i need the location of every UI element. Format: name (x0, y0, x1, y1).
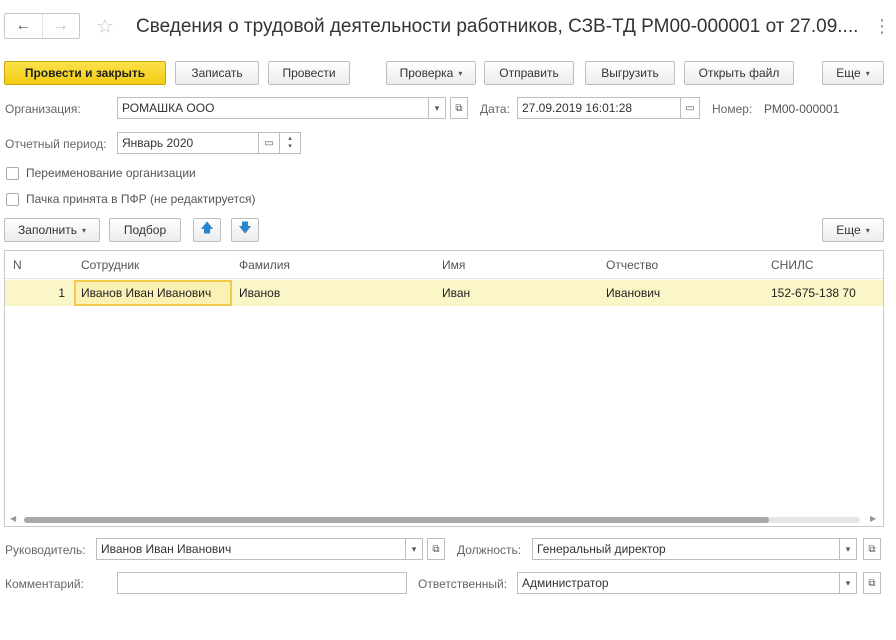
more-button[interactable]: Еще ▾ (822, 61, 884, 85)
employees-table: N Сотрудник Фамилия Имя Отчество СНИЛС 1… (4, 250, 884, 527)
head-dropdown-icon[interactable]: ▾ (405, 538, 423, 560)
comment-label: Комментарий: (5, 577, 84, 591)
send-label: Отправить (499, 66, 559, 80)
scrollbar-thumb[interactable] (24, 517, 769, 523)
post-label: Провести (282, 66, 336, 80)
spin-down-icon[interactable]: ▾ (288, 143, 292, 151)
more-menu-icon[interactable]: ⋮ (870, 14, 894, 38)
arrow-up-icon: 🡅 (200, 220, 214, 235)
column-first-name[interactable]: Имя (442, 251, 465, 279)
organization-label: Организация: (5, 102, 81, 116)
save-button[interactable]: Записать (175, 61, 259, 85)
export-button[interactable]: Выгрузить (585, 61, 675, 85)
table-row[interactable]: 1 Иванов Иван Иванович Иванов Иван Ивано… (5, 280, 883, 306)
position-dropdown-icon[interactable]: ▾ (839, 538, 857, 560)
cell-first-name: Иван (442, 286, 471, 300)
date-label: Дата: (480, 102, 510, 116)
number-value: РМ00-000001 (764, 102, 840, 116)
organization-field[interactable]: РОМАШКА ООО (117, 97, 429, 119)
pick-label: Подбор (123, 223, 167, 237)
spin-up-icon[interactable]: ▴ (288, 135, 292, 143)
scroll-left-icon[interactable]: ◀ (10, 514, 16, 523)
cell-n: 1 (58, 286, 65, 300)
fill-dropdown-button[interactable]: Заполнить ▾ (4, 218, 100, 242)
period-field[interactable]: Январь 2020 (117, 132, 259, 154)
organization-open-icon[interactable]: ⧉ (450, 97, 468, 119)
caret-down-icon: ▾ (458, 68, 463, 78)
head-open-icon[interactable]: ⧉ (427, 538, 445, 560)
responsible-open-icon[interactable]: ⧉ (863, 572, 881, 594)
caret-down-icon: ▾ (81, 225, 86, 235)
move-up-button[interactable]: 🡅 (193, 218, 221, 242)
rename-org-label: Переименование организации (26, 166, 196, 180)
send-button[interactable]: Отправить (484, 61, 574, 85)
cell-snils: 152-675-138 70 (771, 286, 856, 300)
favorite-star-icon[interactable]: ☆ (96, 14, 114, 39)
cell-last-name: Иванов (239, 286, 281, 300)
position-label: Должность: (457, 543, 522, 557)
open-file-label: Открыть файл (698, 66, 780, 80)
forward-arrow-icon[interactable]: → (41, 14, 80, 38)
position-open-icon[interactable]: ⧉ (863, 538, 881, 560)
position-field[interactable]: Генеральный директор (532, 538, 840, 560)
open-file-button[interactable]: Открыть файл (684, 61, 794, 85)
post-and-close-button[interactable]: Провести и закрыть (4, 61, 166, 85)
caret-down-icon: ▾ (865, 68, 870, 78)
number-label: Номер: (712, 102, 753, 116)
check-dropdown-button[interactable]: Проверка ▾ (386, 61, 476, 85)
table-more-label: Еще (836, 223, 861, 237)
comment-field[interactable] (117, 572, 407, 594)
navigation-buttons: ← → (4, 13, 80, 39)
window-title: Сведения о трудовой деятельности работни… (136, 16, 859, 37)
horizontal-scrollbar[interactable] (24, 517, 860, 523)
date-field[interactable]: 27.09.2019 16:01:28 (517, 97, 681, 119)
check-label: Проверка (399, 66, 454, 80)
move-down-button[interactable]: 🡇 (231, 218, 259, 242)
export-label: Выгрузить (601, 66, 659, 80)
more-label: Еще (836, 66, 861, 80)
calendar-icon[interactable]: ▭ (680, 97, 700, 119)
table-header: N Сотрудник Фамилия Имя Отчество СНИЛС (5, 251, 883, 279)
scroll-right-icon[interactable]: ▶ (870, 514, 876, 523)
column-patronymic[interactable]: Отчество (606, 251, 658, 279)
table-more-button[interactable]: Еще ▾ (822, 218, 884, 242)
cell-employee[interactable]: Иванов Иван Иванович (74, 280, 232, 306)
caret-down-icon: ▾ (865, 225, 870, 235)
rename-org-checkbox[interactable] (6, 167, 19, 180)
post-and-close-label: Провести и закрыть (24, 66, 146, 80)
cell-patronymic: Иванович (606, 286, 661, 300)
head-field[interactable]: Иванов Иван Иванович (96, 538, 406, 560)
responsible-label: Ответственный: (418, 577, 508, 591)
column-n[interactable]: N (13, 251, 22, 279)
fill-label: Заполнить (18, 223, 77, 237)
back-arrow-icon[interactable]: ← (5, 14, 42, 38)
save-label: Записать (191, 66, 243, 80)
column-snils[interactable]: СНИЛС (771, 251, 814, 279)
column-employee[interactable]: Сотрудник (81, 251, 139, 279)
organization-dropdown-icon[interactable]: ▾ (428, 97, 446, 119)
period-label: Отчетный период: (5, 137, 107, 151)
arrow-down-icon: 🡇 (238, 220, 252, 235)
pfr-accepted-checkbox[interactable] (6, 193, 19, 206)
pick-button[interactable]: Подбор (109, 218, 181, 242)
period-calendar-icon[interactable]: ▭ (258, 132, 280, 154)
responsible-field[interactable]: Администратор (517, 572, 840, 594)
head-label: Руководитель: (5, 543, 86, 557)
pfr-accepted-label: Пачка принята в ПФР (не редактируется) (26, 192, 256, 206)
column-last-name[interactable]: Фамилия (239, 251, 290, 279)
period-spinner[interactable]: ▴ ▾ (279, 132, 301, 154)
post-button[interactable]: Провести (268, 61, 350, 85)
responsible-dropdown-icon[interactable]: ▾ (839, 572, 857, 594)
